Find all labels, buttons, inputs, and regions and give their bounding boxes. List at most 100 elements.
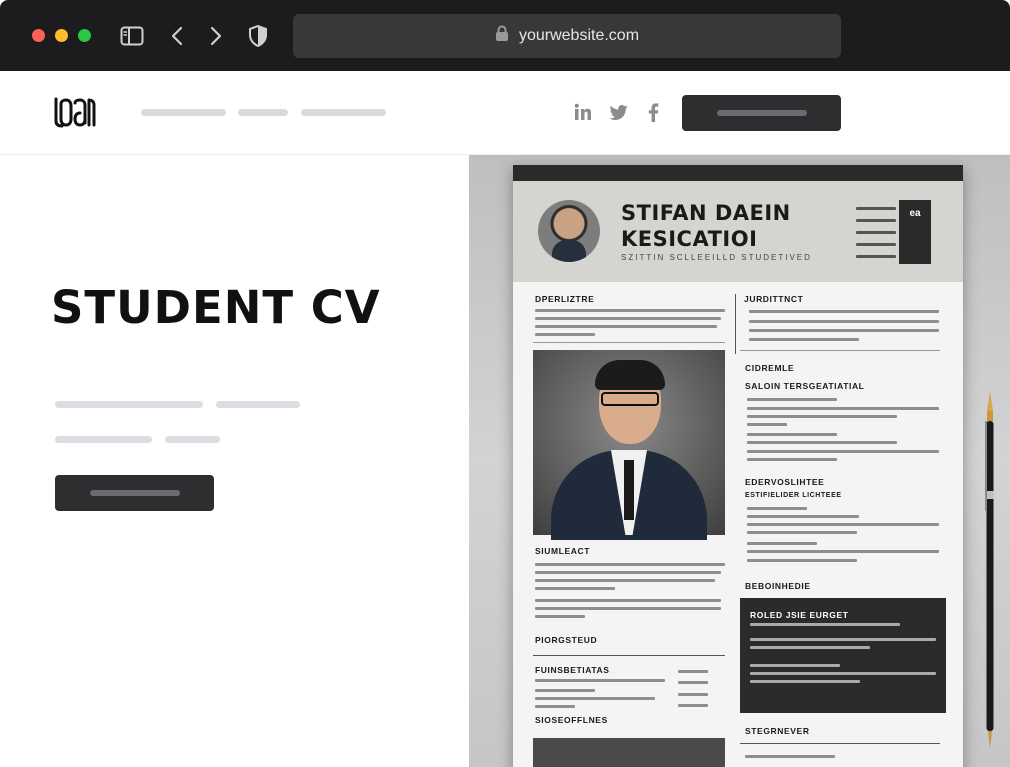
- cv-text-line: [747, 441, 897, 444]
- address-bar[interactable]: yourwebsite.com: [293, 14, 841, 58]
- cv-section-heading: SIOSEOFFLNES: [535, 715, 608, 725]
- cv-text-line: [535, 689, 595, 692]
- cv-text-line: [535, 325, 717, 328]
- cv-name: STIFAN DAEIN KESICATIOI: [621, 200, 791, 252]
- cv-text-line: [535, 571, 721, 574]
- nav-link-3[interactable]: [301, 109, 386, 116]
- cv-text-line: [747, 458, 837, 461]
- minimize-window-button[interactable]: [55, 29, 68, 42]
- cv-text-line: [535, 679, 665, 682]
- cv-text-line: [747, 507, 807, 510]
- cv-text-line: [747, 450, 939, 453]
- divider: [740, 743, 940, 744]
- nav-link-2[interactable]: [238, 109, 288, 116]
- divider: [533, 655, 725, 656]
- cv-text-line: [535, 587, 615, 590]
- twitter-icon[interactable]: [609, 102, 629, 122]
- cv-highlight-box: ROLED JSIE EURGET: [740, 598, 946, 713]
- cv-text-line: [747, 542, 817, 545]
- header-cta-button[interactable]: [682, 95, 841, 131]
- button-label-placeholder: [89, 490, 180, 496]
- divider: [533, 342, 725, 343]
- cv-section-heading: SIUMLEACT: [535, 546, 590, 556]
- cv-section-heading: ESTIFIELIDER LICHTEEE: [745, 492, 842, 499]
- cv-text-line: [750, 672, 936, 675]
- cv-section-heading: BEBOINHEDIE: [745, 581, 811, 591]
- cv-top-bar: [513, 165, 963, 181]
- cv-avatar: [538, 200, 600, 262]
- pen-image: [985, 391, 994, 749]
- cv-text-line: [678, 681, 708, 684]
- cv-portrait-photo: [533, 350, 725, 540]
- cv-section-heading: CIDREMLE: [745, 363, 795, 373]
- cv-text-line: [745, 755, 835, 758]
- back-icon[interactable]: [164, 23, 190, 49]
- cv-section-heading: ROLED JSIE EURGET: [750, 610, 849, 620]
- cv-name-line2: KESICATIOI: [621, 227, 758, 251]
- cv-preview-image: STIFAN DAEIN KESICATIOI SZITTIN SCLLEEIL…: [469, 155, 1010, 767]
- cv-section-heading: SALOIN TERSGEATIATIAL: [745, 381, 865, 391]
- cv-text-line: [747, 433, 837, 436]
- text-placeholder-line: [55, 436, 152, 443]
- cv-text-line: [749, 310, 939, 313]
- cv-text-line: [750, 680, 860, 683]
- linkedin-icon[interactable]: [573, 102, 593, 122]
- divider: [735, 294, 736, 354]
- cv-text-line: [749, 338, 859, 341]
- cv-text-line: [535, 599, 721, 602]
- cv-text-line: [747, 415, 897, 418]
- text-placeholder-line: [55, 401, 203, 408]
- cv-text-line: [747, 559, 857, 562]
- cv-text-line: [535, 317, 721, 320]
- cv-text-line: [750, 646, 870, 649]
- cv-text-line: [749, 320, 939, 323]
- cv-section-heading: JURDITTNCT: [744, 294, 804, 304]
- cv-section-heading: FUINSBETIATAS: [535, 665, 610, 675]
- cv-text-line: [747, 407, 939, 410]
- cv-header: STIFAN DAEIN KESICATIOI SZITTIN SCLLEEIL…: [513, 181, 963, 282]
- cv-text-line: [535, 697, 655, 700]
- text-placeholder-line: [216, 401, 300, 408]
- cv-text-line: [750, 638, 936, 641]
- page-title: STUDENT CV: [51, 281, 381, 334]
- cv-subtitle: SZITTIN SCLLEEILLD STUDETIVED: [621, 253, 812, 262]
- shield-icon[interactable]: [245, 23, 271, 49]
- cv-text-line: [747, 515, 859, 518]
- cv-text-line: [678, 670, 708, 673]
- cv-name-line1: STIFAN DAEIN: [621, 201, 791, 225]
- cv-text-line: [747, 398, 837, 401]
- cv-text-line: [535, 333, 595, 336]
- cv-secondary-photo: [533, 738, 725, 767]
- forward-icon[interactable]: [203, 23, 229, 49]
- text-placeholder-line: [165, 436, 220, 443]
- facebook-icon[interactable]: [643, 102, 663, 122]
- brand-logo[interactable]: [53, 95, 97, 134]
- button-label-placeholder: [716, 110, 807, 116]
- cv-contact-lines: [856, 207, 896, 267]
- cv-section-heading: PIORGSTEUD: [535, 635, 598, 645]
- divider: [740, 350, 940, 351]
- cv-text-line: [747, 423, 787, 426]
- maximize-window-button[interactable]: [78, 29, 91, 42]
- browser-toolbar: yourwebsite.com: [0, 0, 1010, 71]
- site-header: [0, 71, 1010, 155]
- cv-text-line: [535, 579, 715, 582]
- url-text: yourwebsite.com: [518, 27, 640, 44]
- cv-text-line: [747, 531, 857, 534]
- nav-link-1[interactable]: [141, 109, 226, 116]
- cv-contact-badge: ea: [899, 200, 931, 264]
- cv-text-line: [749, 329, 939, 332]
- cv-section-heading: DPERLIZTRE: [535, 294, 595, 304]
- sidebar-toggle-icon[interactable]: [119, 23, 145, 49]
- cv-section-heading: STEGRNEVER: [745, 726, 810, 736]
- cv-text-line: [750, 623, 900, 626]
- cv-section-heading: EDERVOSLIHTEE: [745, 477, 825, 487]
- cv-text-line: [535, 563, 725, 566]
- cv-text-line: [535, 309, 725, 312]
- cv-text-line: [535, 615, 585, 618]
- cv-text-line: [750, 664, 840, 667]
- hero-cta-button[interactable]: [55, 475, 214, 511]
- cv-text-line: [678, 693, 708, 696]
- close-window-button[interactable]: [32, 29, 45, 42]
- cv-text-line: [535, 705, 575, 708]
